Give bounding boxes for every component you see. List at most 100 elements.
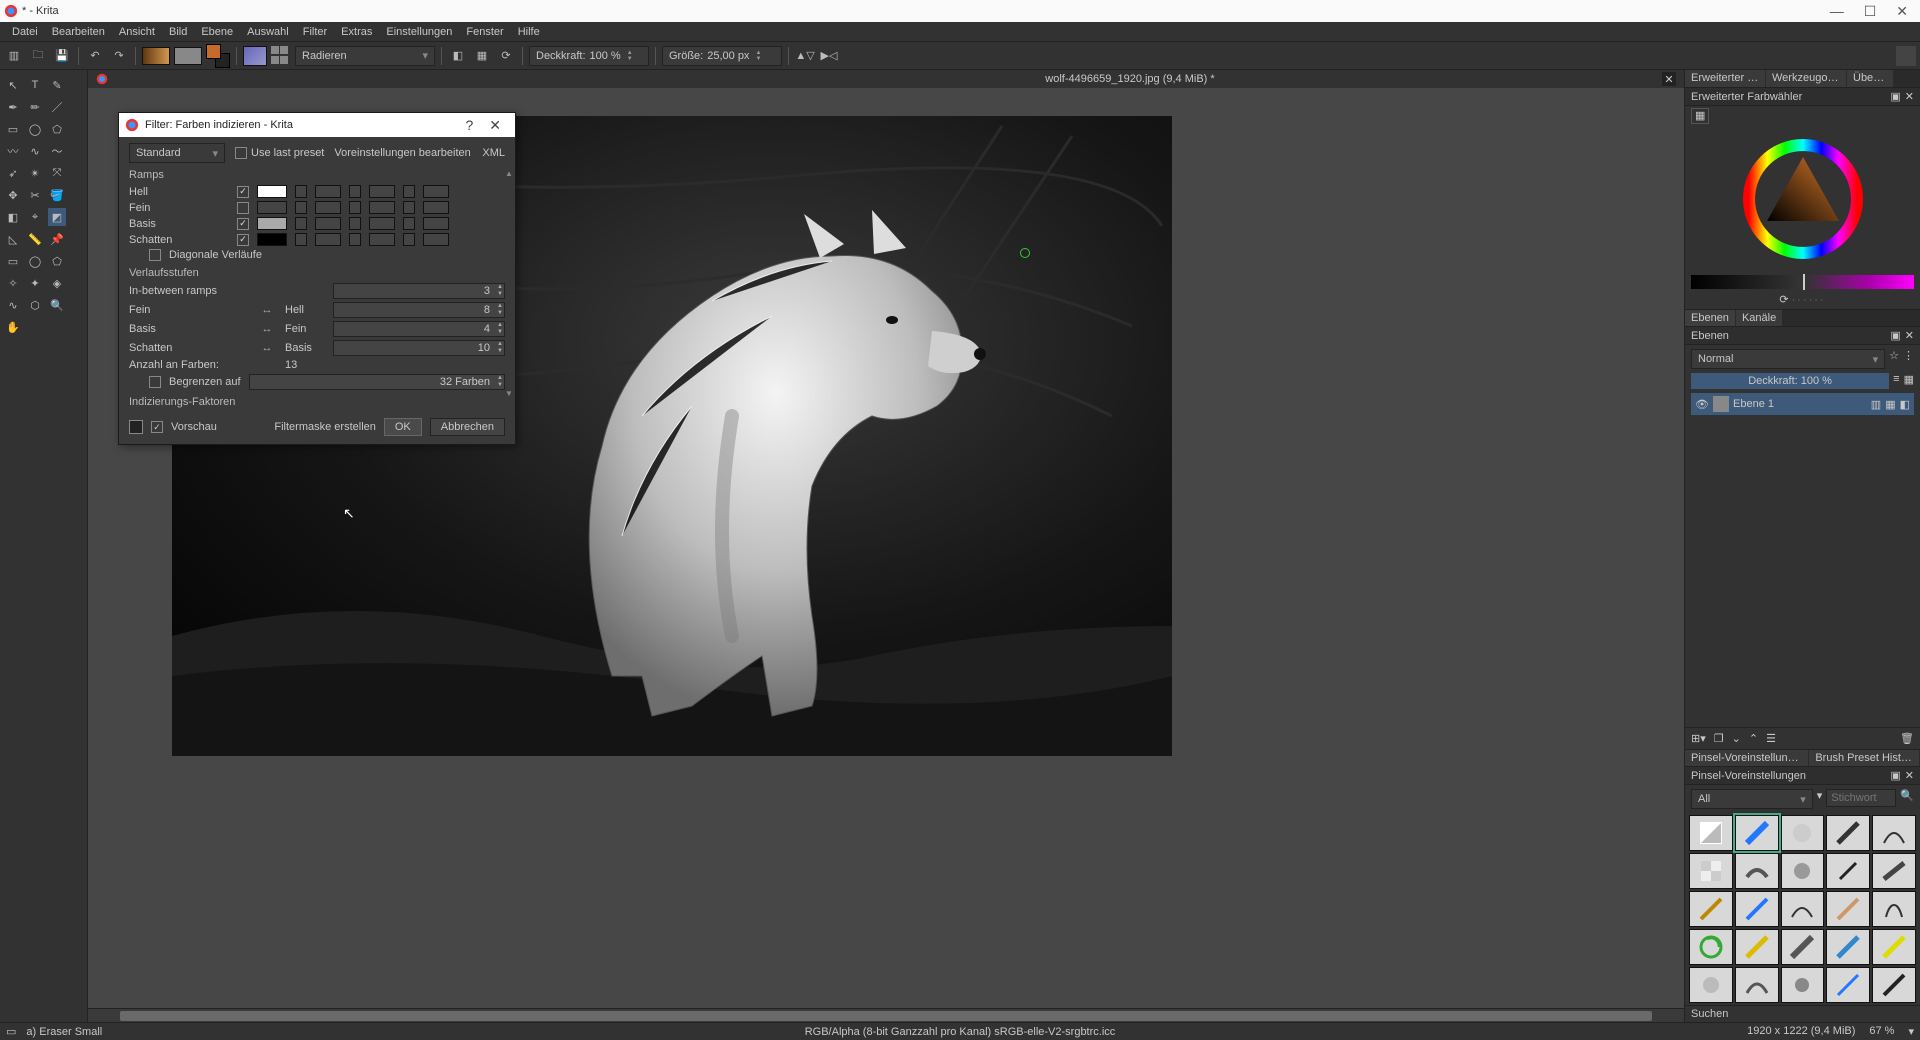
diagonal-gradients-checkbox[interactable]: [149, 249, 161, 261]
brush-preset[interactable]: [1826, 929, 1870, 965]
ramp-swatch[interactable]: [369, 233, 395, 246]
brush-float-icon[interactable]: ▣: [1890, 769, 1900, 782]
brush-preset[interactable]: [1689, 929, 1733, 965]
layer-row[interactable]: 👁 Ebene 1 ▥ ▦ ◧: [1691, 393, 1914, 415]
status-selection-icon[interactable]: ▭: [6, 1025, 16, 1038]
tool-ellipse[interactable]: ◯: [26, 120, 44, 138]
opacity-spinner[interactable]: ▲▼: [627, 50, 633, 62]
layer-lock-icon[interactable]: ▥: [1871, 398, 1881, 411]
brush-preset[interactable]: [1826, 815, 1870, 851]
duplicate-layer-button[interactable]: ❐: [1714, 732, 1724, 745]
ramp-swatch[interactable]: [349, 217, 361, 230]
tool-zoom[interactable]: 🔍: [48, 296, 66, 314]
brush-preview-button[interactable]: [243, 46, 267, 66]
ramp-hell-checkbox[interactable]: ✓: [237, 186, 249, 198]
brush-preset[interactable]: [1735, 967, 1779, 1003]
ramp-swatch[interactable]: [369, 185, 395, 198]
ramp-fein-color[interactable]: [257, 201, 287, 214]
brush-preset[interactable]: [1872, 815, 1916, 851]
menu-extras[interactable]: Extras: [335, 24, 378, 40]
menu-einstellungen[interactable]: Einstellungen: [380, 24, 458, 40]
ramp-schatten-checkbox[interactable]: ✓: [237, 234, 249, 246]
tool-polygon[interactable]: ⬠: [48, 120, 66, 138]
brush-preset[interactable]: [1689, 967, 1733, 1003]
menu-filter[interactable]: Filter: [297, 24, 333, 40]
gradient-swatch[interactable]: [142, 47, 170, 65]
layer-name[interactable]: Ebene 1: [1733, 398, 1774, 410]
open-file-button[interactable]: 🗀: [28, 46, 48, 66]
brush-preset[interactable]: [1781, 891, 1825, 927]
menu-datei[interactable]: Datei: [6, 24, 44, 40]
new-file-button[interactable]: ▥: [4, 46, 24, 66]
tool-text[interactable]: T: [26, 76, 44, 94]
cancel-button[interactable]: Abbrechen: [430, 418, 505, 436]
brush-preset[interactable]: [1735, 891, 1779, 927]
ramp-swatch[interactable]: [349, 185, 361, 198]
size-field[interactable]: Größe: 25,00 px ▲▼: [662, 46, 782, 66]
basis-steps-field[interactable]: 10▲▼: [333, 340, 505, 356]
tool-select-similar[interactable]: ◈: [48, 274, 66, 292]
color-wheel[interactable]: [1685, 125, 1920, 273]
brush-preset[interactable]: [1781, 967, 1825, 1003]
brush-preset[interactable]: [1872, 967, 1916, 1003]
tab-tool-options[interactable]: Werkzeugoptio…: [1766, 70, 1846, 87]
ramp-swatch[interactable]: [403, 185, 415, 198]
layers-close-icon[interactable]: ✕: [1905, 329, 1914, 342]
layer-opacity-menu-icon[interactable]: ≡: [1893, 373, 1899, 389]
link-icon[interactable]: ↔: [257, 304, 277, 316]
brush-preset[interactable]: [1735, 853, 1779, 889]
limit-field[interactable]: 32 Farben▲▼: [249, 374, 505, 390]
ramp-swatch[interactable]: [315, 185, 341, 198]
tool-select-free[interactable]: ✧: [4, 274, 22, 292]
fg-bg-color-swatch[interactable]: [206, 44, 230, 68]
ramp-basis-checkbox[interactable]: ✓: [237, 218, 249, 230]
tool-select-ellipse[interactable]: ◯: [26, 252, 44, 270]
status-zoom-dropdown-icon[interactable]: ▾: [1908, 1025, 1914, 1038]
preserve-alpha-button[interactable]: ▦: [472, 46, 492, 66]
ramp-swatch[interactable]: [295, 217, 307, 230]
ramp-basis-color[interactable]: [257, 217, 287, 230]
menu-ebene[interactable]: Ebene: [195, 24, 239, 40]
tool-move-layer[interactable]: ✥: [4, 186, 22, 204]
dialog-close-button[interactable]: ✕: [481, 117, 509, 134]
tool-pan[interactable]: ✋: [4, 318, 22, 336]
tool-measure[interactable]: 📏: [26, 230, 44, 248]
tab-brush-history[interactable]: Brush Preset History: [1809, 750, 1919, 766]
use-last-preset-checkbox[interactable]: [235, 147, 247, 159]
blend-mode-combo[interactable]: Normal▾: [1691, 349, 1885, 369]
layer-opacity-slider[interactable]: Deckkraft: 100 %: [1691, 373, 1889, 389]
mirror-vertical-button[interactable]: ▶◁: [819, 46, 839, 66]
preview-toggle-icon[interactable]: [129, 420, 143, 434]
size-spinner[interactable]: ▲▼: [755, 50, 761, 62]
tool-line[interactable]: ／: [48, 98, 66, 116]
brush-preset[interactable]: [1826, 891, 1870, 927]
layer-opacity-extra-icon[interactable]: ▦: [1904, 373, 1914, 389]
tool-crop[interactable]: ✂: [26, 186, 44, 204]
pattern-swatch[interactable]: [174, 47, 202, 65]
menu-hilfe[interactable]: Hilfe: [512, 24, 546, 40]
ramp-hell-color[interactable]: [257, 185, 287, 198]
window-minimize-button[interactable]: —: [1830, 3, 1844, 20]
ramp-swatch[interactable]: [403, 217, 415, 230]
ramp-swatch[interactable]: [423, 233, 449, 246]
brush-preset-combo[interactable]: Radieren ▾: [295, 46, 435, 66]
create-filter-mask-link[interactable]: Filtermaske erstellen: [274, 421, 375, 433]
fein-steps-field[interactable]: 4▲▼: [333, 321, 505, 337]
brush-search-icon[interactable]: 🔍: [1900, 789, 1914, 809]
preset-combo[interactable]: Standard▾: [129, 143, 225, 163]
preview-checkbox[interactable]: ✓: [151, 421, 163, 433]
layer-properties-button[interactable]: ☰: [1766, 732, 1776, 745]
tool-select-magnetic[interactable]: ⬡: [26, 296, 44, 314]
brush-preset[interactable]: [1872, 853, 1916, 889]
add-layer-button[interactable]: ⊞▾: [1691, 732, 1706, 745]
color-slider[interactable]: [1691, 275, 1914, 289]
tool-transform[interactable]: ⤧: [48, 164, 66, 182]
brush-preset[interactable]: [1689, 891, 1733, 927]
reload-preset-button[interactable]: ⟳: [496, 46, 516, 66]
brush-preset[interactable]: [1735, 929, 1779, 965]
menu-ansicht[interactable]: Ansicht: [113, 24, 161, 40]
tool-polyline[interactable]: 〰: [4, 142, 22, 160]
tool-move[interactable]: ↖: [4, 76, 22, 94]
reload-icon[interactable]: ⟳: [1779, 294, 1788, 306]
brush-tag-combo[interactable]: All▾: [1691, 789, 1813, 809]
